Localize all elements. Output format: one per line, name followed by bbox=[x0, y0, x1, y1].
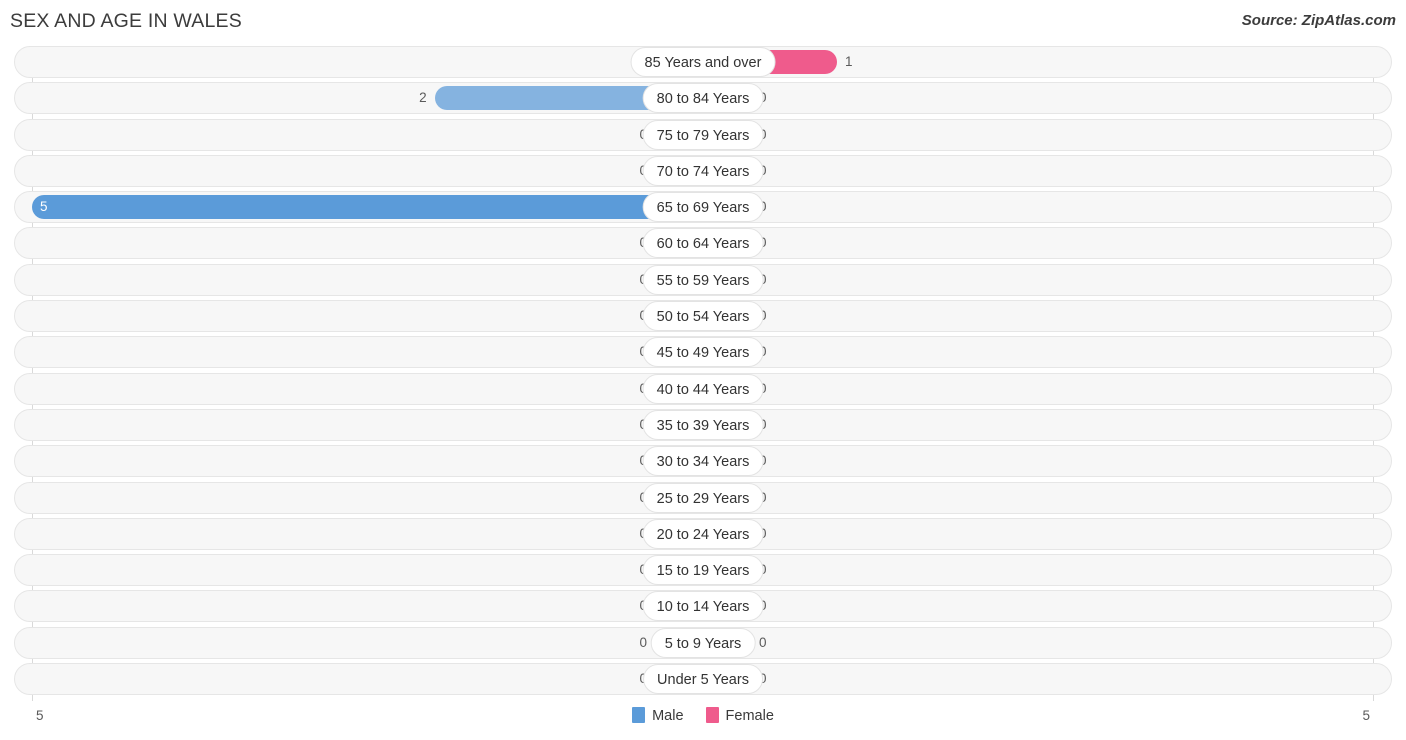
chart-row[interactable]: 0 020 to 24 Years bbox=[0, 517, 1406, 550]
female-value-label: 0 bbox=[759, 634, 767, 650]
female-value-label: 0 bbox=[759, 191, 813, 223]
chart-header: SEX AND AGE IN WALES Source: ZipAtlas.co… bbox=[0, 0, 1406, 46]
age-group-label: 10 to 14 Years bbox=[642, 591, 764, 622]
chart-row[interactable]: 0 015 to 19 Years bbox=[0, 554, 1406, 587]
age-group-label: 45 to 49 Years bbox=[642, 337, 764, 368]
chart-row[interactable]: 2 080 to 84 Years bbox=[0, 82, 1406, 115]
male-value-label: 0 bbox=[593, 409, 647, 441]
male-value-label: 0 bbox=[593, 518, 647, 550]
chart-row[interactable]: 0185 Years and over bbox=[0, 46, 1406, 78]
chart-row[interactable]: 0 060 to 64 Years bbox=[0, 227, 1406, 260]
page-title: SEX AND AGE IN WALES bbox=[10, 10, 242, 32]
male-value-label: 0 bbox=[593, 119, 647, 151]
legend-item-female[interactable]: Female bbox=[705, 707, 774, 724]
male-value-label: 0 bbox=[593, 590, 647, 622]
male-value-label: 0 bbox=[593, 264, 647, 296]
legend-swatch-icon bbox=[705, 707, 719, 723]
female-value-label: 0 bbox=[759, 336, 813, 368]
age-group-label: 40 to 44 Years bbox=[642, 373, 764, 404]
chart-footer: 5 5 Male Female bbox=[0, 701, 1406, 740]
female-value-label: 0 bbox=[759, 264, 813, 296]
male-value-label: 0 bbox=[593, 155, 647, 187]
chart-row[interactable]: 0 040 to 44 Years bbox=[0, 372, 1406, 405]
female-value-label: 0 bbox=[759, 554, 813, 586]
chart-row[interactable]: 0 05 to 9 Years bbox=[0, 626, 1406, 659]
chart-plot-area: 0185 Years and over2080 to 84 Years0075 … bbox=[0, 46, 1406, 701]
male-value-label: 0 bbox=[593, 663, 647, 695]
female-value-label: 0 bbox=[759, 119, 813, 151]
female-value-label: 0 bbox=[759, 445, 813, 477]
age-group-label: 25 to 29 Years bbox=[642, 482, 764, 513]
chart-row[interactable]: 0 055 to 59 Years bbox=[0, 263, 1406, 296]
chart-row[interactable]: 0 045 to 49 Years bbox=[0, 336, 1406, 369]
male-value-label: 0 bbox=[593, 445, 647, 477]
male-bar[interactable] bbox=[32, 195, 703, 220]
chart-row[interactable]: 0 025 to 29 Years bbox=[0, 481, 1406, 514]
female-value-label: 0 bbox=[759, 590, 813, 622]
male-value-label: 0 bbox=[593, 482, 647, 514]
female-value-label: 0 bbox=[759, 409, 813, 441]
chart-rows: 0185 Years and over2080 to 84 Years0075 … bbox=[0, 46, 1406, 699]
male-value-label: 0 bbox=[639, 634, 647, 650]
female-value-label: 0 bbox=[759, 482, 813, 514]
legend-label: Male bbox=[652, 708, 684, 724]
male-value-label: 0 bbox=[593, 373, 647, 405]
female-value-label: 0 bbox=[759, 155, 813, 187]
legend-swatch-icon bbox=[632, 707, 646, 723]
legend-item-male[interactable]: Male bbox=[632, 707, 684, 724]
age-group-label: 50 to 54 Years bbox=[642, 301, 764, 332]
chart-row[interactable]: 0 050 to 54 Years bbox=[0, 300, 1406, 333]
male-value-label: 0 bbox=[593, 300, 647, 332]
female-value-label: 1 bbox=[845, 54, 853, 69]
chart-row[interactable]: 0 010 to 14 Years bbox=[0, 590, 1406, 623]
male-value-label: 2 bbox=[419, 90, 427, 106]
age-group-label: 70 to 74 Years bbox=[642, 155, 764, 186]
chart-row[interactable]: 5 065 to 69 Years bbox=[0, 191, 1406, 224]
male-value-label: 0 bbox=[593, 336, 647, 368]
age-group-label: 30 to 34 Years bbox=[642, 446, 764, 477]
age-group-label: 5 to 9 Years bbox=[650, 627, 756, 658]
male-value-label: 5 bbox=[40, 199, 48, 215]
age-group-label: 20 to 24 Years bbox=[642, 518, 764, 549]
chart-row[interactable]: 0 035 to 39 Years bbox=[0, 408, 1406, 441]
age-group-label: 80 to 84 Years bbox=[642, 83, 764, 114]
male-value-label: 0 bbox=[593, 554, 647, 586]
age-group-label: 60 to 64 Years bbox=[642, 228, 764, 259]
chart-row[interactable]: 0 030 to 34 Years bbox=[0, 445, 1406, 478]
chart-row[interactable]: 0 0Under 5 Years bbox=[0, 663, 1406, 696]
female-value-label: 0 bbox=[759, 300, 813, 332]
source-attribution: Source: ZipAtlas.com bbox=[1241, 12, 1396, 29]
male-value-label: 0 bbox=[593, 227, 647, 259]
chart-legend: Male Female bbox=[0, 707, 1406, 724]
age-group-label: 15 to 19 Years bbox=[642, 555, 764, 586]
age-group-label: 35 to 39 Years bbox=[642, 409, 764, 440]
female-value-label: 0 bbox=[759, 663, 813, 695]
age-group-label: 65 to 69 Years bbox=[642, 192, 764, 223]
chart-row[interactable]: 0 070 to 74 Years bbox=[0, 154, 1406, 187]
age-group-label: 55 to 59 Years bbox=[642, 264, 764, 295]
age-group-label: 85 Years and over bbox=[630, 47, 776, 77]
legend-label: Female bbox=[725, 708, 774, 724]
age-group-label: 75 to 79 Years bbox=[642, 119, 764, 150]
chart-page: SEX AND AGE IN WALES Source: ZipAtlas.co… bbox=[0, 0, 1406, 740]
age-group-label: Under 5 Years bbox=[643, 664, 763, 695]
female-value-label: 0 bbox=[759, 373, 813, 405]
female-value-label: 0 bbox=[759, 518, 813, 550]
female-value-label: 0 bbox=[759, 82, 813, 114]
chart-row[interactable]: 0 075 to 79 Years bbox=[0, 118, 1406, 151]
female-value-label: 0 bbox=[759, 227, 813, 259]
